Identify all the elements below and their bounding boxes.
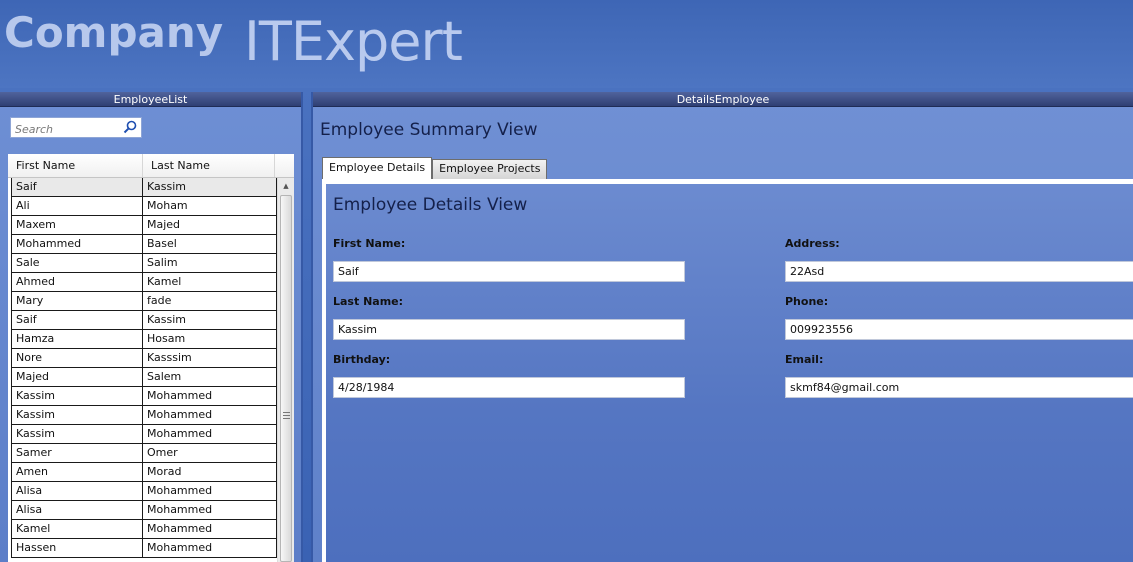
- last-name-cell: Majed: [143, 216, 277, 234]
- first-name-cell: Ali: [11, 197, 143, 215]
- grip-icon: [283, 412, 290, 419]
- first-name-cell: Mary: [11, 292, 143, 310]
- table-row[interactable]: Hamza Hosam: [11, 330, 277, 349]
- details-employee-panel: DetailsEmployee Employee Summary View Em…: [311, 92, 1133, 562]
- first-name-cell: Saif: [11, 311, 143, 329]
- first-name-cell: Nore: [11, 349, 143, 367]
- birthday-field[interactable]: [333, 377, 685, 398]
- table-row[interactable]: Ahmed Kamel: [11, 273, 277, 292]
- table-row[interactable]: Alisa Mohammed: [11, 501, 277, 520]
- column-header-last-name[interactable]: Last Name: [143, 154, 275, 177]
- phone-label: Phone:: [785, 295, 829, 308]
- first-name-cell: Kassim: [11, 387, 143, 405]
- first-name-cell: Alisa: [11, 501, 143, 519]
- first-name-field[interactable]: [333, 261, 685, 282]
- last-name-cell: Mohammed: [143, 482, 277, 500]
- last-name-cell: Kamel: [143, 273, 277, 291]
- last-name-cell: Mohammed: [143, 387, 277, 405]
- last-name-cell: Kassim: [143, 311, 277, 329]
- address-label: Address:: [785, 237, 840, 250]
- last-name-cell: Kassim: [143, 178, 277, 196]
- table-row[interactable]: Kassim Mohammed: [11, 387, 277, 406]
- details-tabs: Employee Details Employee Projects: [322, 157, 548, 180]
- email-label: Email:: [785, 353, 824, 366]
- first-name-cell: Ahmed: [11, 273, 143, 291]
- last-name-cell: Mohammed: [143, 425, 277, 443]
- table-row[interactable]: Mary fade: [11, 292, 277, 311]
- table-row[interactable]: Majed Salem: [11, 368, 277, 387]
- last-name-label: Last Name:: [333, 295, 404, 308]
- tab-employee-details[interactable]: Employee Details: [322, 157, 433, 180]
- last-name-cell: fade: [143, 292, 277, 310]
- column-header-first-name[interactable]: First Name: [8, 154, 143, 177]
- first-name-cell: Hassen: [11, 539, 143, 557]
- table-row[interactable]: Maxem Majed: [11, 216, 277, 235]
- last-name-cell: Mohammed: [143, 501, 277, 519]
- last-name-field[interactable]: [333, 319, 685, 340]
- employee-grid: First Name Last Name Saif Kassim Ali Moham M…: [8, 154, 294, 562]
- table-row[interactable]: Sale Salim: [11, 254, 277, 273]
- first-name-cell: Kassim: [11, 425, 143, 443]
- address-field[interactable]: [785, 261, 1133, 282]
- first-name-cell: Hamza: [11, 330, 143, 348]
- last-name-cell: Basel: [143, 235, 277, 253]
- summary-view-title: Employee Summary View: [320, 120, 538, 140]
- last-name-cell: Morad: [143, 463, 277, 481]
- phone-field[interactable]: [785, 319, 1133, 340]
- first-name-cell: Kamel: [11, 520, 143, 538]
- last-name-cell: Omer: [143, 444, 277, 462]
- grid-header: First Name Last Name: [8, 154, 294, 178]
- grid-scrollbar[interactable]: ▲: [277, 178, 294, 562]
- last-name-cell: Mohammed: [143, 406, 277, 424]
- first-name-cell: Amen: [11, 463, 143, 481]
- details-panel-title: DetailsEmployee: [313, 92, 1133, 107]
- product-logo-text: ITExpert: [244, 10, 463, 73]
- last-name-cell: Salem: [143, 368, 277, 386]
- last-name-cell: Kasssim: [143, 349, 277, 367]
- first-name-cell: Samer: [11, 444, 143, 462]
- table-row[interactable]: Kamel Mohammed: [11, 520, 277, 539]
- table-row[interactable]: Nore Kasssim: [11, 349, 277, 368]
- table-row[interactable]: Saif Kassim: [11, 178, 277, 197]
- scroll-thumb[interactable]: [280, 195, 292, 562]
- table-row[interactable]: Hassen Mohammed: [11, 539, 277, 558]
- birthday-label: Birthday:: [333, 353, 391, 366]
- search-box[interactable]: [10, 117, 142, 139]
- search-icon[interactable]: [123, 120, 137, 134]
- employee-list-title: EmployeeList: [0, 92, 301, 107]
- app-header: Company ITExpert: [0, 0, 1133, 88]
- last-name-cell: Mohammed: [143, 539, 277, 557]
- scroll-up-arrow-icon[interactable]: ▲: [278, 178, 294, 194]
- company-logo-text: Company: [4, 8, 224, 57]
- table-row[interactable]: Kassim Mohammed: [11, 406, 277, 425]
- first-name-cell: Saif: [11, 178, 143, 196]
- search-input[interactable]: [11, 120, 121, 139]
- last-name-cell: Salim: [143, 254, 277, 272]
- first-name-cell: Majed: [11, 368, 143, 386]
- last-name-cell: Mohammed: [143, 520, 277, 538]
- first-name-cell: Mohammed: [11, 235, 143, 253]
- table-row[interactable]: Saif Kassim: [11, 311, 277, 330]
- tab-employee-projects[interactable]: Employee Projects: [432, 159, 548, 179]
- last-name-cell: Hosam: [143, 330, 277, 348]
- first-name-label: First Name:: [333, 237, 406, 250]
- first-name-cell: Kassim: [11, 406, 143, 424]
- email-field[interactable]: [785, 377, 1133, 398]
- employee-details-view: Employee Details View First Name: Last N…: [322, 179, 1133, 562]
- table-row[interactable]: Alisa Mohammed: [11, 482, 277, 501]
- employee-list-panel: EmployeeList First Name Last Name SaifKa…: [0, 92, 303, 562]
- grid-rows: Saif Kassim Ali Moham Maxem Majed Mohammed Base…: [11, 178, 277, 558]
- first-name-cell: Sale: [11, 254, 143, 272]
- table-row[interactable]: Mohammed Basel: [11, 235, 277, 254]
- first-name-cell: Maxem: [11, 216, 143, 234]
- details-view-title: Employee Details View: [333, 195, 528, 215]
- table-row[interactable]: Amen Morad: [11, 463, 277, 482]
- table-row[interactable]: Samer Omer: [11, 444, 277, 463]
- table-row[interactable]: Ali Moham: [11, 197, 277, 216]
- table-row[interactable]: Kassim Mohammed: [11, 425, 277, 444]
- first-name-cell: Alisa: [11, 482, 143, 500]
- last-name-cell: Moham: [143, 197, 277, 215]
